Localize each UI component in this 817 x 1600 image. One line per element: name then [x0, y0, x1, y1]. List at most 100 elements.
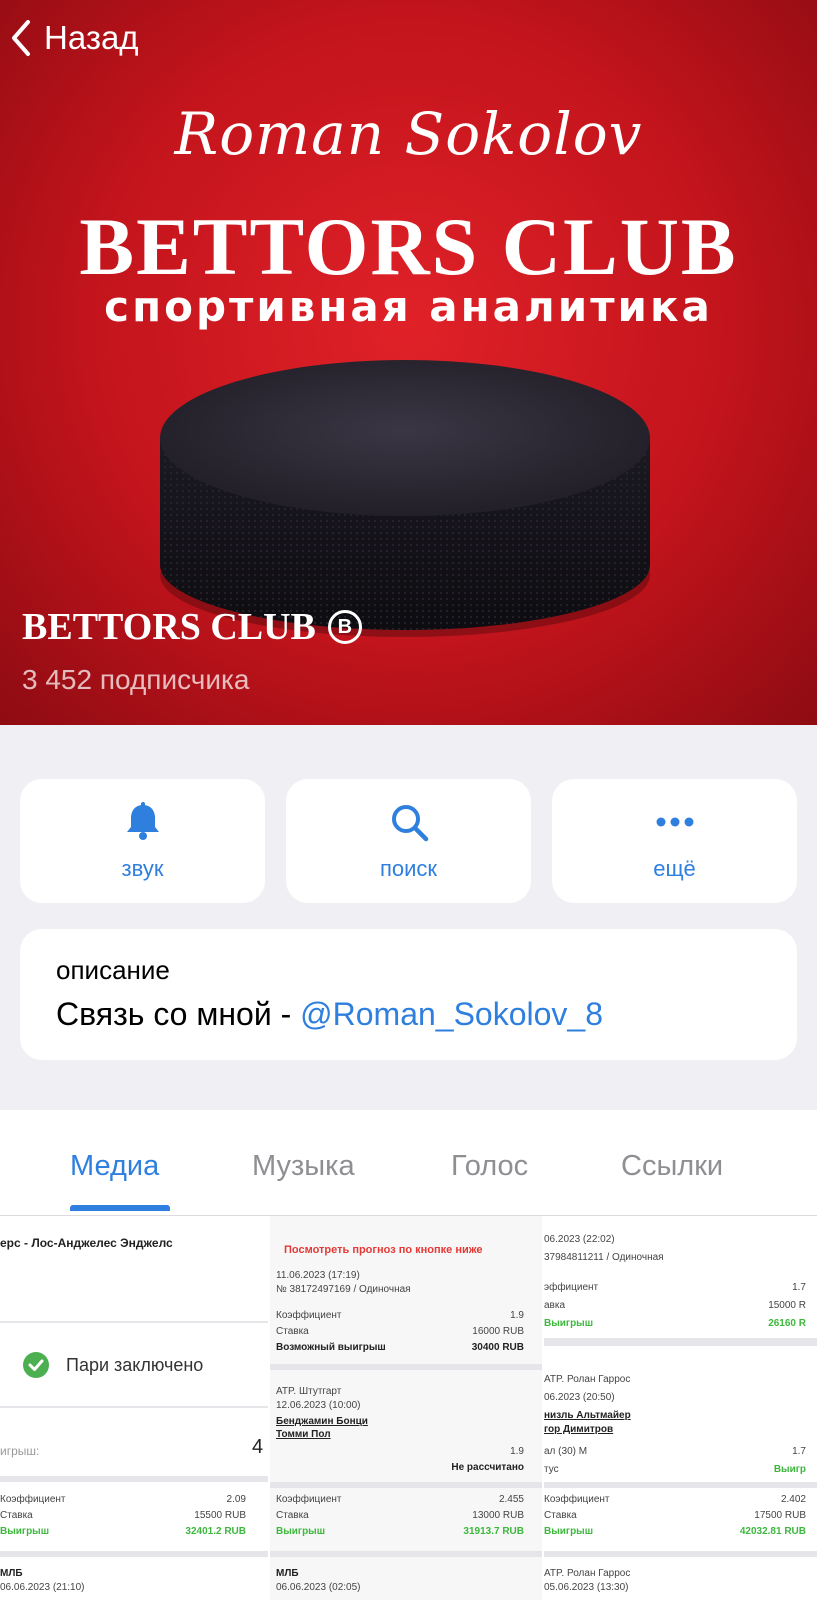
bell-icon	[126, 802, 159, 840]
date-label: 06.2023 (22:02)	[544, 1234, 615, 1245]
player-row: Томми Пол	[276, 1429, 331, 1440]
league-label: МЛБ	[0, 1568, 23, 1579]
player-b: гор Димитров	[544, 1424, 614, 1435]
date-label: 06.06.2023 (21:10)	[0, 1582, 85, 1593]
event-row: ATP. Ролан Гаррос	[544, 1568, 630, 1579]
subscriber-count: 3 452 подписчика	[22, 664, 250, 695]
date-row: 11.06.2023 (17:19)	[276, 1270, 360, 1281]
coef-label: Коэффициент	[544, 1494, 610, 1505]
coef-row: Коэффициент 2.455	[276, 1494, 524, 1505]
win-row: Выигрыш 26160 R	[544, 1318, 806, 1329]
date-row: 06.2023 (22:02)	[544, 1234, 615, 1245]
contact-link[interactable]: @Roman_Sokolov_8	[300, 996, 603, 1032]
channel-name-text: BETTORS CLUB	[22, 606, 316, 648]
stake-label: Ставка	[276, 1510, 309, 1521]
divider	[270, 1551, 542, 1557]
back-label: Назад	[44, 19, 139, 56]
market-row: ал (30) М 1.7	[544, 1446, 806, 1457]
stake-label: Ставка	[544, 1510, 577, 1521]
media-thumbnail[interactable]: 06.2023 (22:02) 37984811211 / Одиночная …	[544, 1216, 817, 1600]
date-label: 06.2023 (20:50)	[544, 1392, 615, 1403]
search-button[interactable]: поиск	[286, 779, 531, 903]
description-title: описание	[56, 955, 170, 985]
coef-value: 2.455	[498, 1494, 524, 1505]
event-label: ATP. Штутгарт	[276, 1386, 342, 1397]
tab-voice[interactable]: Голос	[451, 1150, 528, 1183]
bet-id: 37984811211 / Одиночная	[544, 1252, 664, 1263]
bet-status: Пари заключено	[22, 1351, 203, 1379]
more-label: ещё	[653, 856, 696, 881]
stake-label: Ставка	[0, 1510, 33, 1521]
coef-value: 2.402	[780, 1494, 806, 1505]
event-label: ATP. Ролан Гаррос	[544, 1374, 631, 1385]
media-thumbnail[interactable]: Посмотреть прогноз по кнопке ниже 11.06.…	[270, 1216, 542, 1600]
date-row: 12.06.2023 (10:00)	[276, 1400, 361, 1411]
back-button[interactable]: Назад	[8, 18, 139, 58]
divider	[544, 1551, 817, 1557]
status-row: Не рассчитано	[276, 1462, 524, 1473]
possible-value: 30400 RUB	[471, 1342, 524, 1353]
date-label: 05.06.2023 (13:30)	[544, 1582, 629, 1593]
win-value: 32401.2 RUB	[185, 1526, 246, 1537]
bet-match-title: ерс - Лос-Анджелес Энджелс	[0, 1236, 173, 1250]
win-label: Выигрыш	[544, 1318, 594, 1329]
description-prefix: Связь со мной -	[56, 996, 301, 1032]
verified-badge-icon: B	[327, 610, 362, 644]
odds-value: 1.7	[792, 1446, 806, 1457]
search-label: поиск	[379, 856, 438, 881]
description-card: описание Связь со мной - @Roman_Sokolov_…	[20, 929, 797, 1060]
stake-value: 17500 RUB	[754, 1510, 806, 1521]
media-thumbnail[interactable]: ерс - Лос-Анджелес Энджелс Пари заключен…	[0, 1216, 268, 1600]
player-row: низль Альтмайер	[544, 1410, 631, 1421]
event-row: ATP. Штутгарт	[276, 1386, 341, 1397]
active-tab-indicator	[70, 1205, 170, 1211]
stake-value: 16000 RUB	[472, 1326, 524, 1337]
status-value: Не рассчитано	[451, 1462, 524, 1473]
coef-label: эффициент	[544, 1282, 599, 1293]
stake-row: авка 15000 R	[544, 1300, 806, 1311]
stake-label: Ставка	[276, 1326, 309, 1337]
sound-button[interactable]: звук	[20, 779, 265, 903]
status-label: тус	[544, 1464, 559, 1475]
divider	[270, 1482, 542, 1488]
stake-row: Ставка 13000 RUB	[276, 1510, 524, 1521]
divider	[544, 1482, 817, 1488]
win-row: Выигрыш 32401.2 RUB	[0, 1526, 246, 1537]
win-value: 31913.7 RUB	[463, 1526, 524, 1537]
stake-label: авка	[544, 1300, 566, 1311]
tab-media[interactable]: Медиа	[70, 1150, 159, 1183]
more-icon	[656, 817, 693, 827]
cover-script-name: Roman Sokolov	[174, 100, 643, 168]
win-label: Выигрыш	[544, 1526, 594, 1537]
coef-row: Коэффициент 1.9	[276, 1310, 524, 1321]
chevron-left-icon	[12, 20, 30, 56]
league-row: МЛБ	[0, 1568, 23, 1579]
tab-music[interactable]: Музыка	[252, 1150, 355, 1183]
stake-value: 15500 RUB	[194, 1510, 246, 1521]
divider	[270, 1364, 542, 1370]
player-b: Томми Пол	[276, 1429, 331, 1440]
grid-gap	[542, 1216, 544, 1600]
stake-row: Ставка 15500 RUB	[0, 1510, 246, 1521]
stake-row: Ставка 17500 RUB	[544, 1510, 806, 1521]
player-a: низль Альтмайер	[544, 1410, 631, 1421]
media-tabs: Медиа Музыка Голос Ссылки	[0, 1110, 817, 1216]
coef-label: Коэффициент	[276, 1494, 342, 1505]
bet-id: № 38172497169 / Одиночная	[276, 1284, 411, 1295]
coef-row: Коэффициент 2.402	[544, 1494, 806, 1505]
winnings-label: игрыш:	[0, 1444, 40, 1458]
tab-links[interactable]: Ссылки	[621, 1150, 723, 1183]
coef-label: Коэффициент	[0, 1494, 66, 1505]
divider	[0, 1551, 268, 1557]
id-row: 37984811211 / Одиночная	[544, 1252, 664, 1263]
league-label: МЛБ	[276, 1568, 299, 1579]
odds-row: 1.9	[276, 1446, 524, 1457]
market-label: ал (30) М	[544, 1446, 588, 1457]
grid-gap	[268, 1216, 270, 1600]
coef-row: Коэффициент 2.09	[0, 1494, 246, 1505]
forecast-banner: Посмотреть прогноз по кнопке ниже	[284, 1244, 483, 1256]
more-button[interactable]: ещё	[552, 779, 797, 903]
league-row: МЛБ	[276, 1568, 299, 1579]
coef-value: 1.9	[510, 1310, 524, 1321]
player-row: гор Димитров	[544, 1424, 613, 1435]
